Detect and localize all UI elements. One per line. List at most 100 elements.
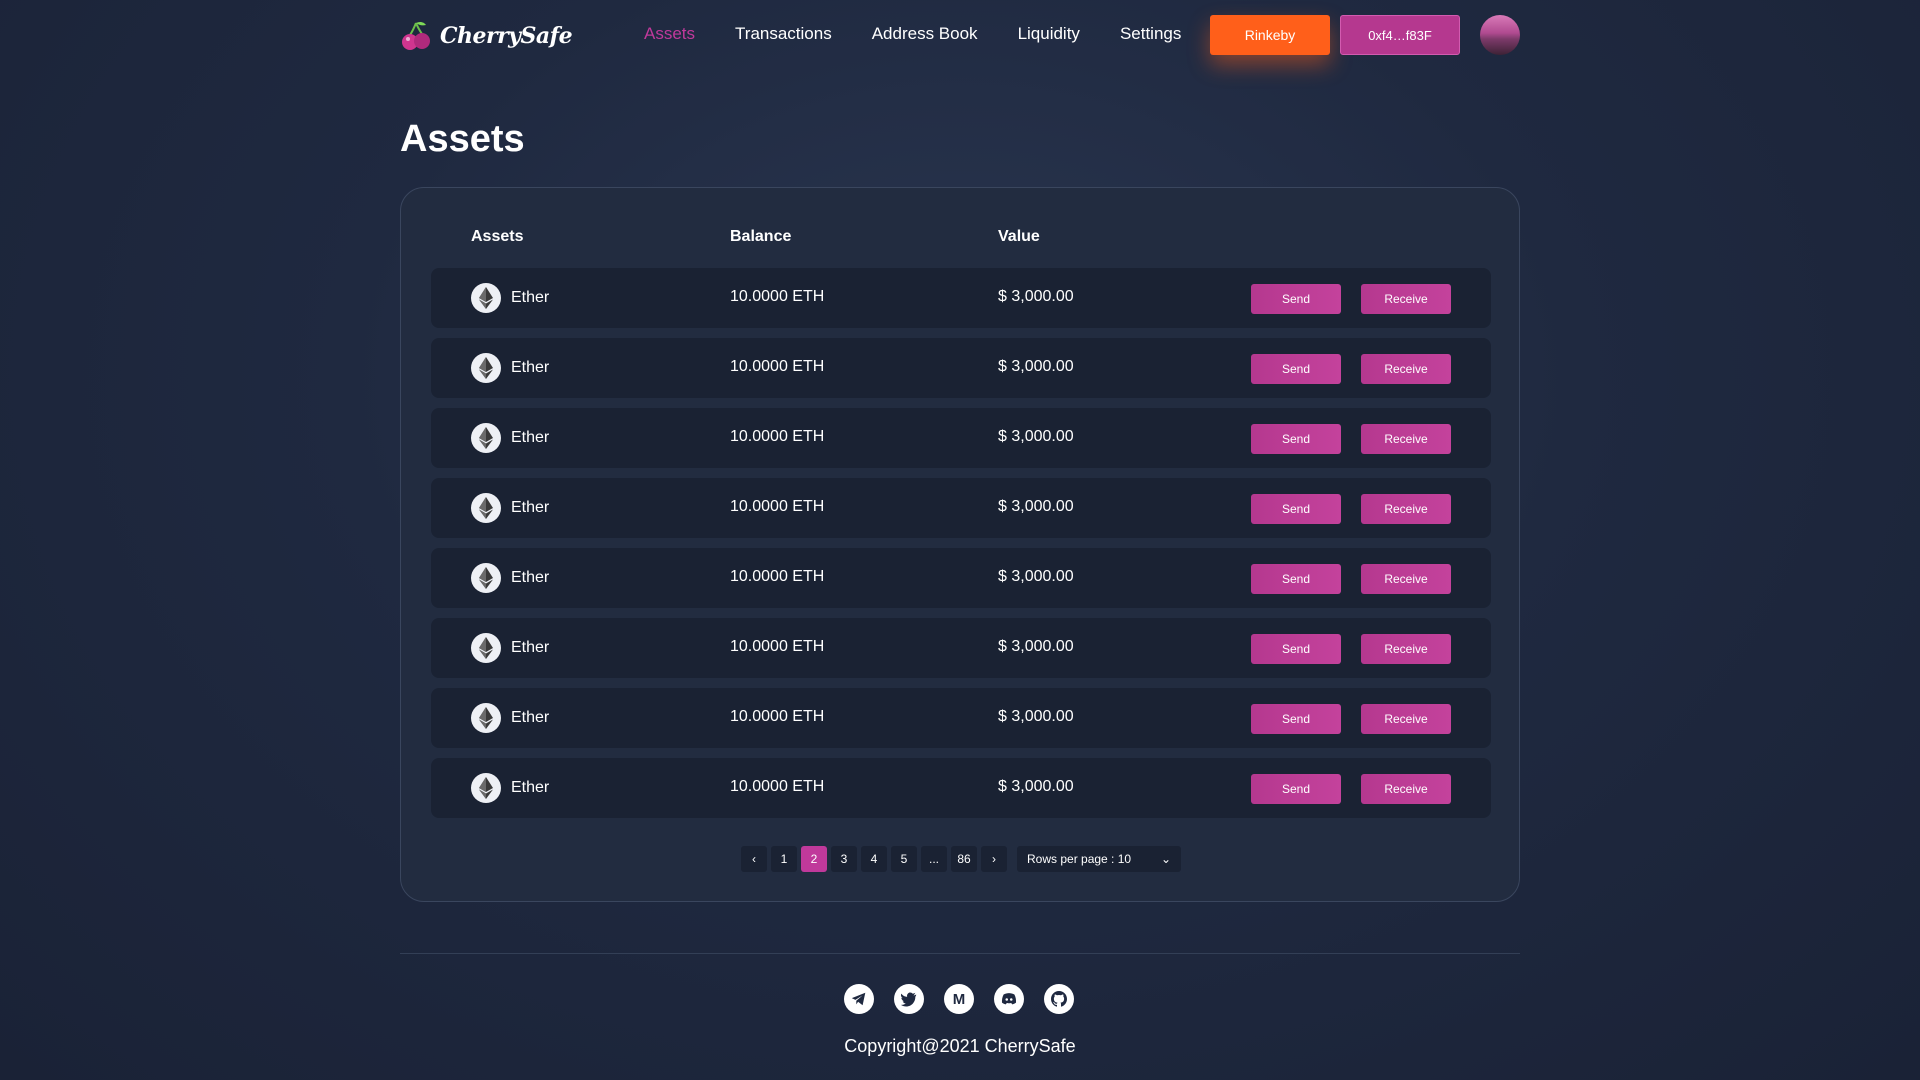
asset-name: Ether bbox=[511, 569, 550, 586]
page-button[interactable]: 3 bbox=[831, 846, 857, 872]
nav-address-book[interactable]: Address Book bbox=[872, 24, 978, 44]
top-header: CherrySafe Assets Transactions Address B… bbox=[0, 0, 1920, 72]
prev-page-button[interactable]: ‹ bbox=[741, 846, 767, 872]
asset-balance: 10.0000 ETH bbox=[730, 778, 825, 795]
asset-value: $ 3,000.00 bbox=[998, 498, 1074, 515]
page-button[interactable]: 4 bbox=[861, 846, 887, 872]
asset-cell: Ether bbox=[471, 283, 549, 313]
page-button-last[interactable]: 86 bbox=[951, 846, 977, 872]
asset-balance: 10.0000 ETH bbox=[730, 358, 825, 375]
nav-assets[interactable]: Assets bbox=[644, 24, 695, 44]
table-header: Assets Balance Value bbox=[401, 228, 1519, 252]
table-row: Ether 10.0000 ETH $ 3,000.00 Send Receive bbox=[431, 478, 1491, 538]
next-page-button[interactable]: › bbox=[981, 846, 1007, 872]
brand-name: CherrySafe bbox=[440, 23, 573, 49]
brand-logo[interactable]: CherrySafe bbox=[400, 18, 573, 54]
asset-name: Ether bbox=[511, 289, 550, 306]
ethereum-icon bbox=[471, 633, 501, 663]
page-button[interactable]: 5 bbox=[891, 846, 917, 872]
asset-name: Ether bbox=[511, 429, 550, 446]
discord-icon[interactable] bbox=[994, 984, 1024, 1014]
asset-value: $ 3,000.00 bbox=[998, 358, 1074, 375]
asset-balance: 10.0000 ETH bbox=[730, 568, 825, 585]
ethereum-icon bbox=[471, 423, 501, 453]
page-button-current[interactable]: 2 bbox=[801, 846, 827, 872]
asset-value: $ 3,000.00 bbox=[998, 568, 1074, 585]
asset-cell: Ether bbox=[471, 493, 549, 523]
page-ellipsis: ... bbox=[921, 846, 947, 872]
table-row: Ether 10.0000 ETH $ 3,000.00 Send Receive bbox=[431, 618, 1491, 678]
nav-settings[interactable]: Settings bbox=[1120, 24, 1181, 44]
table-row: Ether 10.0000 ETH $ 3,000.00 Send Receive bbox=[431, 758, 1491, 818]
github-icon[interactable] bbox=[1044, 984, 1074, 1014]
send-button[interactable]: Send bbox=[1251, 424, 1341, 454]
ethereum-icon bbox=[471, 563, 501, 593]
asset-balance: 10.0000 ETH bbox=[730, 708, 825, 725]
asset-cell: Ether bbox=[471, 353, 549, 383]
asset-balance: 10.0000 ETH bbox=[730, 288, 825, 305]
asset-name: Ether bbox=[511, 639, 550, 656]
table-row: Ether 10.0000 ETH $ 3,000.00 Send Receive bbox=[431, 548, 1491, 608]
asset-cell: Ether bbox=[471, 423, 549, 453]
column-header-balance: Balance bbox=[730, 228, 792, 245]
social-links: M bbox=[844, 984, 1074, 1014]
asset-value: $ 3,000.00 bbox=[998, 428, 1074, 445]
ethereum-icon bbox=[471, 703, 501, 733]
avatar[interactable] bbox=[1480, 15, 1520, 55]
ethereum-icon bbox=[471, 773, 501, 803]
send-button[interactable]: Send bbox=[1251, 634, 1341, 664]
rows-per-page-label: Rows per page : 10 bbox=[1027, 852, 1132, 866]
pagination: ‹ 1 2 3 4 5 ... 86 › Rows per page : 10 … bbox=[741, 846, 1181, 872]
receive-button[interactable]: Receive bbox=[1361, 354, 1451, 384]
asset-cell: Ether bbox=[471, 703, 549, 733]
asset-name: Ether bbox=[511, 779, 550, 796]
footer-divider bbox=[400, 953, 1520, 954]
receive-button[interactable]: Receive bbox=[1361, 634, 1451, 664]
receive-button[interactable]: Receive bbox=[1361, 284, 1451, 314]
main-nav: Assets Transactions Address Book Liquidi… bbox=[644, 24, 1221, 44]
twitter-icon[interactable] bbox=[894, 984, 924, 1014]
asset-value: $ 3,000.00 bbox=[998, 708, 1074, 725]
nav-transactions[interactable]: Transactions bbox=[735, 24, 832, 44]
receive-button[interactable]: Receive bbox=[1361, 494, 1451, 524]
asset-cell: Ether bbox=[471, 773, 549, 803]
receive-button[interactable]: Receive bbox=[1361, 564, 1451, 594]
copyright: Copyright@2021 CherrySafe bbox=[844, 1036, 1076, 1056]
chevron-down-icon: ⌄ bbox=[1160, 852, 1171, 866]
medium-icon[interactable]: M bbox=[944, 984, 974, 1014]
send-button[interactable]: Send bbox=[1251, 354, 1341, 384]
table-row: Ether 10.0000 ETH $ 3,000.00 Send Receive bbox=[431, 688, 1491, 748]
receive-button[interactable]: Receive bbox=[1361, 424, 1451, 454]
send-button[interactable]: Send bbox=[1251, 774, 1341, 804]
send-button[interactable]: Send bbox=[1251, 494, 1341, 524]
network-button[interactable]: Rinkeby bbox=[1210, 15, 1330, 55]
send-button[interactable]: Send bbox=[1251, 704, 1341, 734]
telegram-icon[interactable] bbox=[844, 984, 874, 1014]
column-header-assets: Assets bbox=[471, 228, 524, 245]
asset-balance: 10.0000 ETH bbox=[730, 428, 825, 445]
asset-name: Ether bbox=[511, 709, 550, 726]
ethereum-icon bbox=[471, 283, 501, 313]
asset-balance: 10.0000 ETH bbox=[730, 498, 825, 515]
cherry-icon bbox=[402, 21, 430, 50]
asset-name: Ether bbox=[511, 499, 550, 516]
table-row: Ether 10.0000 ETH $ 3,000.00 Send Receive bbox=[431, 268, 1491, 328]
send-button[interactable]: Send bbox=[1251, 284, 1341, 314]
asset-balance: 10.0000 ETH bbox=[730, 638, 825, 655]
ethereum-icon bbox=[471, 353, 501, 383]
page-button[interactable]: 1 bbox=[771, 846, 797, 872]
asset-cell: Ether bbox=[471, 563, 549, 593]
nav-liquidity[interactable]: Liquidity bbox=[1018, 24, 1080, 44]
table-row: Ether 10.0000 ETH $ 3,000.00 Send Receive bbox=[431, 338, 1491, 398]
send-button[interactable]: Send bbox=[1251, 564, 1341, 594]
rows-per-page-select[interactable]: Rows per page : 10 ⌄ bbox=[1017, 846, 1181, 872]
asset-value: $ 3,000.00 bbox=[998, 778, 1074, 795]
receive-button[interactable]: Receive bbox=[1361, 774, 1451, 804]
asset-name: Ether bbox=[511, 359, 550, 376]
asset-value: $ 3,000.00 bbox=[998, 638, 1074, 655]
wallet-address-button[interactable]: 0xf4…f83F bbox=[1340, 15, 1460, 55]
ethereum-icon bbox=[471, 493, 501, 523]
asset-value: $ 3,000.00 bbox=[998, 288, 1074, 305]
column-header-value: Value bbox=[998, 228, 1040, 245]
receive-button[interactable]: Receive bbox=[1361, 704, 1451, 734]
